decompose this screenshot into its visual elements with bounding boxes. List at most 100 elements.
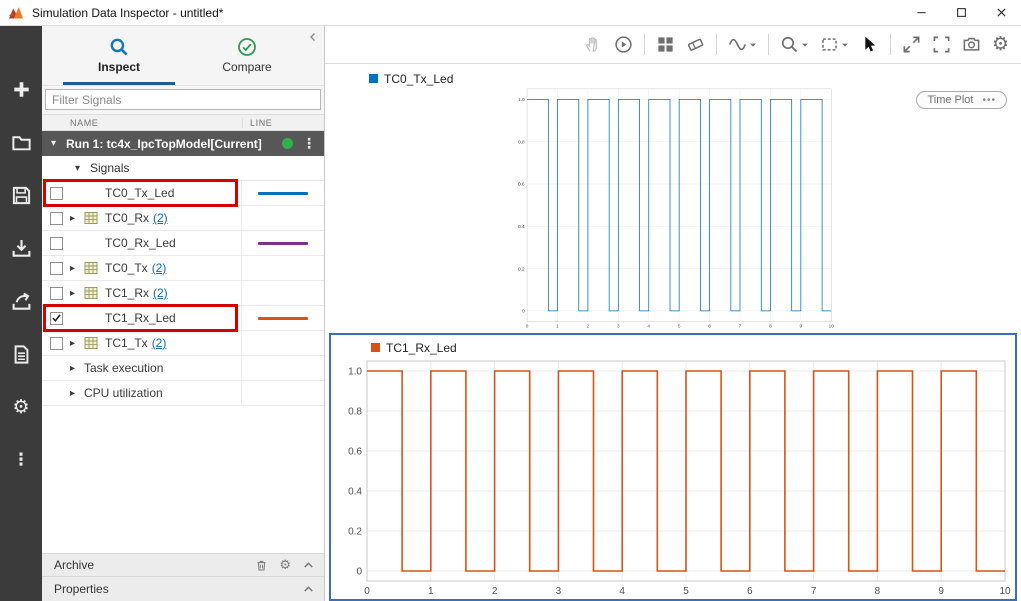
expand-arrow-icon[interactable]: ▸ xyxy=(68,263,84,274)
signal-row-cpu-utilization[interactable]: ▸ CPU utilization xyxy=(42,381,324,406)
create-report-button[interactable] xyxy=(6,339,36,369)
archive-settings-gear-icon[interactable]: ⚙ xyxy=(279,559,291,572)
signal-checkbox[interactable] xyxy=(50,261,63,275)
signal-count-link[interactable]: (2) xyxy=(152,336,167,350)
signal-count-link[interactable]: (2) xyxy=(153,211,168,225)
sidebar-tabs: Inspect Compare xyxy=(42,26,324,86)
collapse-signals-icon[interactable]: ▾ xyxy=(75,163,90,174)
signal-checkbox[interactable] xyxy=(50,211,63,225)
svg-text:0: 0 xyxy=(526,324,529,330)
svg-text:0.2: 0.2 xyxy=(348,527,362,538)
full-screen-button[interactable] xyxy=(932,35,951,54)
search-icon xyxy=(109,37,129,57)
signal-label: TC1_Rx_Led xyxy=(105,311,176,325)
properties-collapse-chevron-icon[interactable] xyxy=(302,583,315,596)
signal-checkbox[interactable] xyxy=(50,186,63,200)
signal-count-link[interactable]: (2) xyxy=(152,261,167,275)
maximize-button[interactable] xyxy=(941,0,981,25)
run-header-row[interactable]: ▾ Run 1: tc4x_IpcTopModel[Current] ⋮ xyxy=(42,131,324,156)
sidebar: Inspect Compare NAME LINE xyxy=(42,26,325,601)
collapse-run-icon[interactable]: ▾ xyxy=(51,138,66,149)
matrix-signal-icon xyxy=(84,211,105,225)
close-button[interactable] xyxy=(981,0,1021,25)
line-style-cell xyxy=(241,281,324,305)
maximize-plot-button[interactable] xyxy=(902,35,921,54)
signal-row-tc0-tx-led[interactable]: TC0_Tx_Led xyxy=(42,179,324,207)
signal-row-tc1-rx-led[interactable]: TC1_Rx_Led xyxy=(42,304,324,332)
svg-text:0: 0 xyxy=(364,586,370,597)
matrix-signal-icon xyxy=(84,336,105,350)
svg-text:0: 0 xyxy=(522,309,525,315)
expand-arrow-icon[interactable]: ▸ xyxy=(68,388,84,399)
signal-row-tc1-rx[interactable]: ▸ TC1_Rx (2) xyxy=(42,281,324,306)
properties-bar[interactable]: Properties xyxy=(42,576,324,601)
signal-row-tc1-tx[interactable]: ▸ TC1_Tx (2) xyxy=(42,331,324,356)
signal-row-tc0-rx-led[interactable]: TC0_Rx_Led xyxy=(42,231,324,256)
hand-icon xyxy=(584,35,603,54)
pointer-mode-button[interactable] xyxy=(860,35,879,54)
run-menu-icon[interactable]: ⋮ xyxy=(302,137,316,151)
signal-row-task-execution[interactable]: ▸ Task execution xyxy=(42,356,324,381)
svg-text:3: 3 xyxy=(617,324,620,330)
camera-icon xyxy=(962,35,981,54)
folder-icon xyxy=(11,132,32,153)
fit-to-view-button[interactable] xyxy=(820,35,849,54)
archive-label: Archive xyxy=(54,558,95,572)
more-options-button[interactable]: ⋮ xyxy=(6,445,36,475)
minimize-button[interactable] xyxy=(901,0,941,25)
zoom-menu-button[interactable] xyxy=(780,35,809,54)
type-menu-dots-icon[interactable]: ••• xyxy=(982,95,996,106)
archive-collapse-chevron-icon[interactable] xyxy=(302,559,315,572)
expand-arrow-icon[interactable]: ▸ xyxy=(68,363,84,374)
replay-button[interactable] xyxy=(614,35,633,54)
add-button[interactable] xyxy=(6,74,36,104)
signal-row-tc0-rx[interactable]: ▸ TC0_Rx (2) xyxy=(42,206,324,231)
visualization-settings-button[interactable]: ⚙ xyxy=(992,35,1009,54)
signal-label: TC1_Rx xyxy=(105,286,150,300)
export-button[interactable] xyxy=(6,286,36,316)
signal-checkbox[interactable] xyxy=(50,311,63,325)
open-button[interactable] xyxy=(6,127,36,157)
run-label: Run 1: tc4x_IpcTopModel[Current] xyxy=(66,136,262,151)
expand-arrow-icon[interactable]: ▸ xyxy=(68,338,84,349)
gear-icon: ⚙ xyxy=(991,33,1009,55)
time-plot-type-label: Time Plot xyxy=(927,94,974,106)
signals-group-row[interactable]: ▾ Signals xyxy=(42,156,324,181)
signal-checkbox[interactable] xyxy=(50,336,63,350)
signal-count-link[interactable]: (2) xyxy=(153,286,168,300)
signal-styles-button[interactable] xyxy=(728,35,757,54)
time-plot-tc1-rx-led[interactable]: TC1_Rx_Led 0 1 2 3 4 5 6 7 8 9 10 0 0.2 0.4 0.6 0.8 1.0 xyxy=(329,333,1017,601)
left-toolbar: ⚙ ⋮ xyxy=(0,26,42,601)
save-icon xyxy=(11,185,32,206)
line-style-sample xyxy=(258,241,308,245)
wave-icon xyxy=(728,35,747,54)
tab-inspect[interactable]: Inspect xyxy=(55,26,183,85)
svg-text:0.8: 0.8 xyxy=(348,407,362,418)
svg-text:4: 4 xyxy=(647,324,650,330)
filter-signals-input[interactable] xyxy=(45,89,321,110)
svg-text:9: 9 xyxy=(938,586,944,597)
trash-icon[interactable] xyxy=(255,559,268,572)
save-button[interactable] xyxy=(6,180,36,210)
tree-empty-area xyxy=(42,406,324,553)
svg-text:0.6: 0.6 xyxy=(518,182,525,188)
plot-canvas[interactable]: 0 1 2 3 4 5 6 7 8 9 10 0 0.2 0.4 0.6 0.8 1.0 xyxy=(329,86,1017,330)
preferences-button[interactable]: ⚙ xyxy=(6,392,36,422)
subplot-layout-button[interactable] xyxy=(656,35,675,54)
clear-subplots-button[interactable] xyxy=(686,35,705,54)
svg-text:5: 5 xyxy=(678,324,681,330)
collapse-sidebar-button[interactable] xyxy=(307,31,319,46)
archive-bar[interactable]: Archive ⚙ xyxy=(42,553,324,576)
expand-arrow-icon[interactable]: ▸ xyxy=(68,213,84,224)
time-plot-tc0-tx-led[interactable]: TC0_Tx_Led 0 1 2 3 4 5 6 7 8 9 10 0 0.2 0.4 0.6 0.8 1.0 Ti… xyxy=(329,66,1017,330)
import-button[interactable] xyxy=(6,233,36,263)
pan-button[interactable] xyxy=(584,35,603,54)
tab-compare[interactable]: Compare xyxy=(183,26,311,85)
signal-checkbox[interactable] xyxy=(50,236,63,250)
time-plot-type-button[interactable]: Time Plot ••• xyxy=(916,91,1007,109)
snapshot-button[interactable] xyxy=(962,35,981,54)
plot-canvas[interactable]: 0 1 2 3 4 5 6 7 8 9 10 0 0.2 0.4 0.6 0.8 1.0 xyxy=(331,355,1015,599)
signal-checkbox[interactable] xyxy=(50,286,63,300)
expand-arrow-icon[interactable]: ▸ xyxy=(68,288,84,299)
signal-row-tc0-tx[interactable]: ▸ TC0_Tx (2) xyxy=(42,256,324,281)
